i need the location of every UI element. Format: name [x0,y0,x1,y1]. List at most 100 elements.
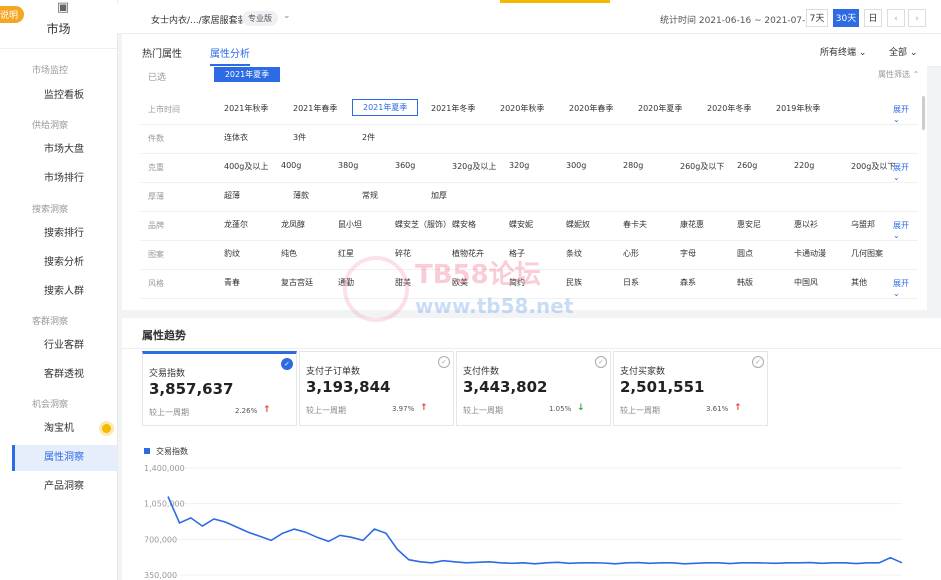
expand-button[interactable]: 展开 ⌄ [893,162,918,182]
filter-option[interactable]: 320g [509,161,529,170]
filter-option[interactable]: 蝶安妮 [509,219,533,230]
filter-option[interactable]: 280g [623,161,643,170]
filter-option[interactable]: 康花惠 [680,219,704,230]
filter-option[interactable]: 200g及以下 [851,161,895,172]
filter-option[interactable]: 民族 [566,277,582,288]
nav-item-product-insight[interactable]: 产品洞察 [12,474,117,500]
check-circle-icon[interactable]: ✓ [595,356,607,368]
kpi-card[interactable]: 交易指数 3,857,637 较上一周期 2.26% ↑ ✓ [142,351,297,426]
filter-option[interactable]: 龙凤醇 [281,219,305,230]
check-circle-icon[interactable]: ✓ [752,356,764,368]
filter-option[interactable]: 220g [794,161,814,170]
filter-option[interactable]: 几何图案 [851,248,883,259]
filter-option[interactable]: 中国风 [794,277,818,288]
tab-attribute-analysis[interactable]: 属性分析 [210,45,250,60]
category-breadcrumb[interactable]: 女士内衣/.../家居服套装 [151,13,247,26]
nav-item-market-rank[interactable]: 市场排行 [12,166,117,192]
filter-option[interactable]: 380g [338,161,358,170]
filter-option[interactable]: 碎花 [395,248,411,259]
filter-option[interactable]: 加厚 [431,190,447,201]
filter-option[interactable]: 韩版 [737,277,753,288]
filter-option[interactable]: 2020年秋季 [500,103,544,114]
expand-button[interactable]: 展开 ⌄ [893,220,918,240]
filter-option[interactable]: 2021年秋季 [224,103,268,114]
filter-option[interactable]: 常规 [362,190,378,201]
filter-option[interactable]: 甜美 [395,277,411,288]
range-day-button[interactable]: 日 [864,9,882,27]
tab-hot-attributes[interactable]: 热门属性 [142,45,182,60]
filter-option[interactable]: 豹纹 [224,248,240,259]
filter-option[interactable]: 条纹 [566,248,582,259]
attribute-filter-toggle[interactable]: 属性筛选 ⌃ [878,69,919,80]
nav-item-customer-perspective[interactable]: 客群透视 [12,362,117,388]
range-30d-button[interactable]: 30天 [833,9,859,27]
filter-option[interactable]: 2021年冬季 [431,103,475,114]
filter-option[interactable]: 龙蓬尔 [224,219,248,230]
filter-option[interactable]: 薄款 [293,190,309,201]
filter-option[interactable]: 超薄 [224,190,240,201]
nav-item-monitor-board[interactable]: 监控看板 [12,83,117,109]
filter-option[interactable]: 格子 [509,248,525,259]
nav-item-industry-customer[interactable]: 行业客群 [12,333,117,359]
filter-option[interactable]: 通勤 [338,277,354,288]
filter-option[interactable]: 圆点 [737,248,753,259]
filter-option[interactable]: 蝶妮奴 [566,219,590,230]
filter-option[interactable]: 青春 [224,277,240,288]
filter-option[interactable]: 2021年春季 [293,103,337,114]
filter-option[interactable]: 春卡夫 [623,219,647,230]
filter-option[interactable]: 心形 [623,248,639,259]
kpi-card[interactable]: 支付件数 3,443,802 较上一周期 1.05% ↓ ✓ [456,351,611,426]
filter-option[interactable]: 400g [281,161,301,170]
next-period-button[interactable]: › [908,9,926,27]
filter-option[interactable]: 2021年夏季 [352,99,419,116]
filter-option[interactable]: 260g [737,161,757,170]
filter-option[interactable]: 3件 [293,132,306,143]
filter-option[interactable]: 2020年夏季 [638,103,682,114]
nav-item-search-rank[interactable]: 搜索排行 [12,221,117,247]
filter-option[interactable]: 300g [566,161,586,170]
filter-option[interactable]: 260g及以下 [680,161,724,172]
filter-option[interactable]: 惠以衫 [794,219,818,230]
chosen-tag[interactable]: 2021年夏季 [214,67,280,82]
filter-option[interactable]: 连体衣 [224,132,248,143]
terminal-select[interactable]: 所有终端 ⌄ [820,45,866,58]
filter-option[interactable]: 日系 [623,277,639,288]
filter-option[interactable]: 红星 [338,248,354,259]
nav-item-attribute-insight[interactable]: 属性洞察 [12,445,117,471]
filter-option[interactable]: 欧美 [452,277,468,288]
check-circle-icon[interactable]: ✓ [281,358,293,370]
filter-option[interactable]: 2019年秋季 [776,103,820,114]
check-circle-icon[interactable]: ✓ [438,356,450,368]
filter-option[interactable]: 2020年春季 [569,103,613,114]
chevron-down-icon[interactable]: ⌄ [283,11,291,21]
filter-option[interactable]: 森系 [680,277,696,288]
filter-option[interactable]: 其他 [851,277,867,288]
range-7d-button[interactable]: 7天 [806,9,828,27]
filter-option[interactable]: 360g [395,161,415,170]
nav-item-search-crowd[interactable]: 搜索人群 [12,279,117,305]
filter-option[interactable]: 惠安尼 [737,219,761,230]
nav-item-market-overview[interactable]: 市场大盘 [12,137,117,163]
filter-option[interactable]: 简约 [509,277,525,288]
chart-legend[interactable]: 交易指数 [144,446,188,457]
filter-option[interactable]: 卡通动漫 [794,248,826,259]
filter-scrollbar[interactable] [922,96,925,130]
expand-button[interactable]: 展开 ⌄ [893,104,918,124]
expand-button[interactable]: 展开 ⌄ [893,278,918,298]
prev-period-button[interactable]: ‹ [887,9,905,27]
series-line[interactable] [167,496,903,565]
scope-select[interactable]: 全部 ⌄ [889,45,917,58]
filter-option[interactable]: 400g及以上 [224,161,268,172]
filter-option[interactable]: 鼠小坦 [338,219,362,230]
filter-option[interactable]: 蝶安格 [452,219,476,230]
nav-item-search-analysis[interactable]: 搜索分析 [12,250,117,276]
kpi-card[interactable]: 支付买家数 2,501,551 较上一周期 3.61% ↑ ✓ [613,351,768,426]
filter-option[interactable]: 2件 [362,132,375,143]
filter-option[interactable]: 320g及以上 [452,161,496,172]
filter-option[interactable]: 2020年冬季 [707,103,751,114]
filter-option[interactable]: 纯色 [281,248,297,259]
filter-option[interactable]: 乌盟邦 [851,219,875,230]
filter-option[interactable]: 字母 [680,248,696,259]
filter-option[interactable]: 蝶安芝（服饰） [395,219,451,230]
filter-option[interactable]: 植物花卉 [452,248,484,259]
